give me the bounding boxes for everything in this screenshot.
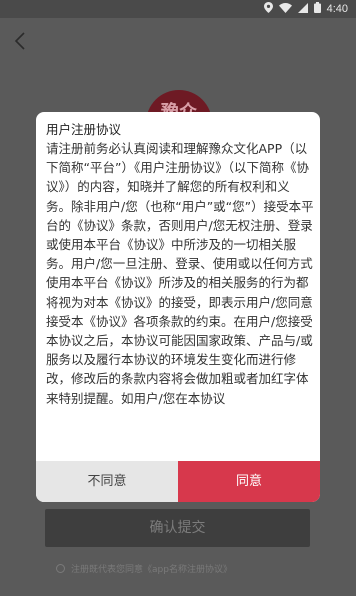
agreement-text: 注册既代表您同意《app名称注册协议》 [71, 564, 232, 575]
status-time: 4:40 [326, 3, 348, 15]
agreement-row[interactable]: 注册既代表您同意《app名称注册协议》 [56, 561, 232, 575]
location-icon [263, 2, 273, 16]
dialog-body[interactable]: 请注册前务必认真阅读和理解豫众文化APP（以下简称“平台”）《用户注册协议》（以… [46, 139, 314, 461]
wifi-icon [278, 2, 292, 16]
battery-icon [313, 2, 321, 16]
dialog-buttons: 不同意 同意 [36, 461, 320, 502]
status-icons: 4:40 [263, 2, 348, 16]
status-bar: 4:40 [0, 0, 356, 18]
signal-icon [297, 2, 308, 16]
back-arrow-icon [10, 32, 32, 56]
submit-button[interactable]: 确认提交 [45, 509, 310, 547]
dialog-title: 用户注册协议 [46, 122, 122, 137]
disagree-button[interactable]: 不同意 [36, 461, 178, 502]
agreement-radio[interactable] [56, 563, 65, 573]
agreement-dialog: 用户注册协议 请注册前务必认真阅读和理解豫众文化APP（以下简称“平台”）《用户… [36, 112, 320, 502]
back-button[interactable] [10, 30, 32, 52]
agree-button[interactable]: 同意 [178, 461, 320, 502]
